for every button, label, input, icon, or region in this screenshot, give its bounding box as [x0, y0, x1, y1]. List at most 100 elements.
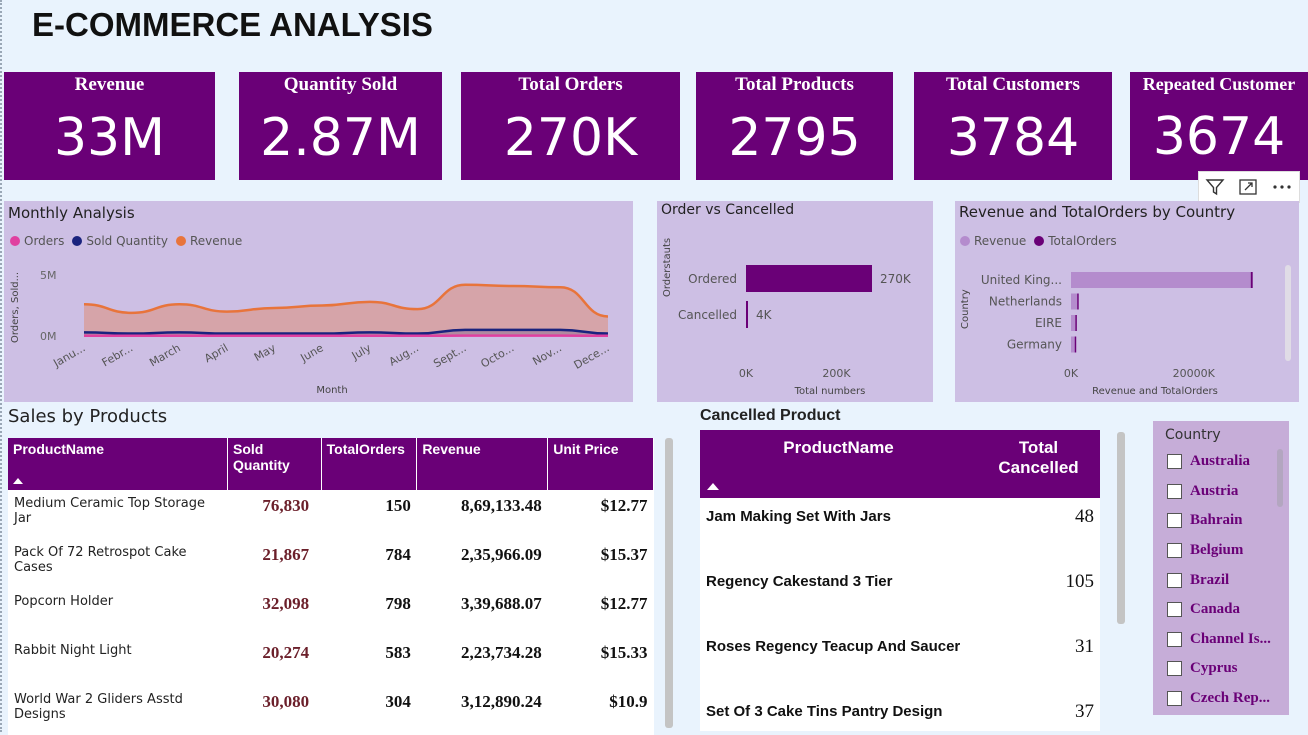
x-tick-label: 200K — [822, 367, 851, 380]
slicer-option-channel-islands[interactable]: Channel Is... — [1167, 625, 1289, 655]
column-header[interactable]: Total Cancelled — [977, 430, 1100, 498]
checkbox[interactable] — [1167, 484, 1182, 499]
chart-scrollbar[interactable] — [1285, 265, 1291, 361]
kpi-value: 270K — [461, 108, 680, 168]
x-tick-label: Octo... — [479, 341, 517, 370]
table-row[interactable]: Popcorn Holder 32,098 798 3,39,688.07 $1… — [8, 588, 654, 637]
y-axis-label: Country — [960, 289, 971, 329]
table-row[interactable]: Rabbit Night Light 20,274 583 2,23,734.2… — [8, 637, 654, 686]
slicer-option-label: Bahrain — [1190, 512, 1243, 529]
checkbox[interactable] — [1167, 632, 1182, 647]
focus-mode-icon[interactable] — [1238, 178, 1258, 196]
column-header[interactable]: Unit Price — [548, 438, 654, 490]
kpi-card-total-products[interactable]: Total Products 2795 — [696, 72, 893, 180]
cell-total-orders: 798 — [321, 588, 417, 637]
kpi-card-repeated-customer[interactable]: Repeated Customer 3674 — [1130, 72, 1308, 180]
category-label: Germany — [1007, 338, 1062, 352]
table-row[interactable]: Regency Cakestand 3 Tier 105 — [700, 563, 1100, 628]
cell-product-name: Set Of 3 Cake Tins Pantry Design — [700, 693, 977, 731]
kpi-label: Total Customers — [914, 74, 1112, 96]
cell-total-cancelled: 48 — [977, 498, 1100, 563]
sort-ascending-icon[interactable] — [13, 478, 23, 484]
checkbox[interactable] — [1167, 691, 1182, 706]
slicer-option-austria[interactable]: Austria — [1167, 477, 1289, 507]
table-header-row: ProductName Total Cancelled — [700, 430, 1100, 498]
checkbox[interactable] — [1167, 661, 1182, 676]
checkbox[interactable] — [1167, 543, 1182, 558]
cell-revenue: 3,39,688.07 — [417, 588, 548, 637]
slicer-option-czech-republic[interactable]: Czech Rep... — [1167, 684, 1289, 714]
kpi-label: Quantity Sold — [239, 74, 442, 96]
checkbox[interactable] — [1167, 573, 1182, 588]
slicer-option-bahrain[interactable]: Bahrain — [1167, 506, 1289, 536]
sales-table-scrollbar[interactable] — [665, 438, 673, 728]
category-label: Ordered — [688, 272, 737, 286]
x-tick-label: Aug... — [387, 341, 421, 368]
kpi-value: 2795 — [696, 108, 893, 168]
column-header[interactable]: ProductName — [8, 438, 228, 490]
slicer-option-cyprus[interactable]: Cyprus — [1167, 654, 1289, 684]
table-row[interactable]: Pack Of 72 Retrospot Cake Cases 21,867 7… — [8, 539, 654, 588]
country-chart-panel[interactable]: Revenue and TotalOrders by Country Reven… — [955, 201, 1299, 402]
order-vs-cancelled-panel[interactable]: Order vs Cancelled OrderstautsOrdered270… — [657, 201, 933, 402]
slicer-option-label: Channel Is... — [1190, 631, 1271, 648]
slicer-option-label: Cyprus — [1190, 660, 1238, 677]
bar-totalorders — [1251, 272, 1253, 288]
cell-unit-price: $12.77 — [548, 490, 654, 539]
table-row[interactable]: Roses Regency Teacup And Saucer 31 — [700, 628, 1100, 693]
column-header[interactable]: ProductName — [700, 430, 977, 498]
kpi-label: Total Orders — [461, 74, 680, 96]
slicer-option-belgium[interactable]: Belgium — [1167, 536, 1289, 566]
sales-table: ProductName Sold Quantity TotalOrders Re… — [8, 438, 654, 735]
bar-revenue — [1071, 337, 1075, 353]
column-header[interactable]: Revenue — [417, 438, 548, 490]
kpi-card-total-orders[interactable]: Total Orders 270K — [461, 72, 680, 180]
kpi-value: 2.87M — [239, 108, 442, 168]
slicer-option-australia[interactable]: Australia — [1167, 447, 1289, 477]
column-header[interactable]: Sold Quantity — [228, 438, 322, 490]
table-row[interactable]: Medium Ceramic Top Storage Jar 76,830 15… — [8, 490, 654, 539]
bar-revenue — [1071, 272, 1251, 288]
bar-totalorders — [1077, 294, 1079, 310]
x-tick-label: Febr... — [100, 341, 135, 369]
bar-revenue — [1071, 315, 1075, 331]
slicer-scrollbar[interactable] — [1277, 449, 1283, 507]
category-label: United King... — [981, 273, 1062, 287]
cell-revenue: 2,23,734.28 — [417, 637, 548, 686]
kpi-card-revenue[interactable]: Revenue 33M — [4, 72, 215, 180]
monthly-analysis-panel[interactable]: Monthly Analysis Orders Sold Quantity Re… — [4, 201, 633, 402]
column-header[interactable]: TotalOrders — [321, 438, 417, 490]
data-label: 270K — [880, 272, 912, 286]
cell-product-name: Jam Making Set With Jars — [700, 498, 977, 563]
kpi-card-total-customers[interactable]: Total Customers 3784 — [914, 72, 1112, 180]
table-row[interactable]: Set Of 3 Cake Tins Pantry Design 37 — [700, 693, 1100, 731]
x-tick-label: 0K — [739, 367, 754, 380]
checkbox[interactable] — [1167, 602, 1182, 617]
slicer-option-canada[interactable]: Canada — [1167, 595, 1289, 625]
sort-ascending-icon[interactable] — [707, 483, 719, 490]
category-label: Netherlands — [989, 295, 1062, 309]
slicer-option-label: Austria — [1190, 483, 1238, 500]
bar-cancelled — [746, 301, 748, 328]
kpi-value: 3784 — [914, 108, 1112, 168]
x-tick-label: May — [252, 341, 279, 364]
bar-revenue — [1071, 294, 1077, 310]
x-tick-label: 0K — [1064, 367, 1079, 380]
visual-header-toolbar — [1198, 171, 1300, 203]
cancelled-table-scrollbar[interactable] — [1117, 432, 1125, 624]
table-row[interactable]: Jam Making Set With Jars 48 — [700, 498, 1100, 563]
x-axis-label: Revenue and TotalOrders — [1092, 386, 1218, 397]
checkbox[interactable] — [1167, 513, 1182, 528]
more-options-icon[interactable] — [1271, 178, 1293, 196]
table-row[interactable]: World War 2 Gliders Asstd Designs 30,080… — [8, 686, 654, 735]
kpi-card-quantity-sold[interactable]: Quantity Sold 2.87M — [239, 72, 442, 180]
cell-total-orders: 784 — [321, 539, 417, 588]
table-header-row: ProductName Sold Quantity TotalOrders Re… — [8, 438, 654, 490]
filter-icon[interactable] — [1205, 178, 1225, 196]
category-label: EIRE — [1035, 316, 1062, 330]
country-slicer[interactable]: Country Australia Austria Bahrain Belgiu… — [1153, 421, 1289, 715]
cell-total-orders: 583 — [321, 637, 417, 686]
cancelled-table-title: Cancelled Product — [700, 407, 840, 425]
checkbox[interactable] — [1167, 454, 1182, 469]
slicer-option-brazil[interactable]: Brazil — [1167, 565, 1289, 595]
